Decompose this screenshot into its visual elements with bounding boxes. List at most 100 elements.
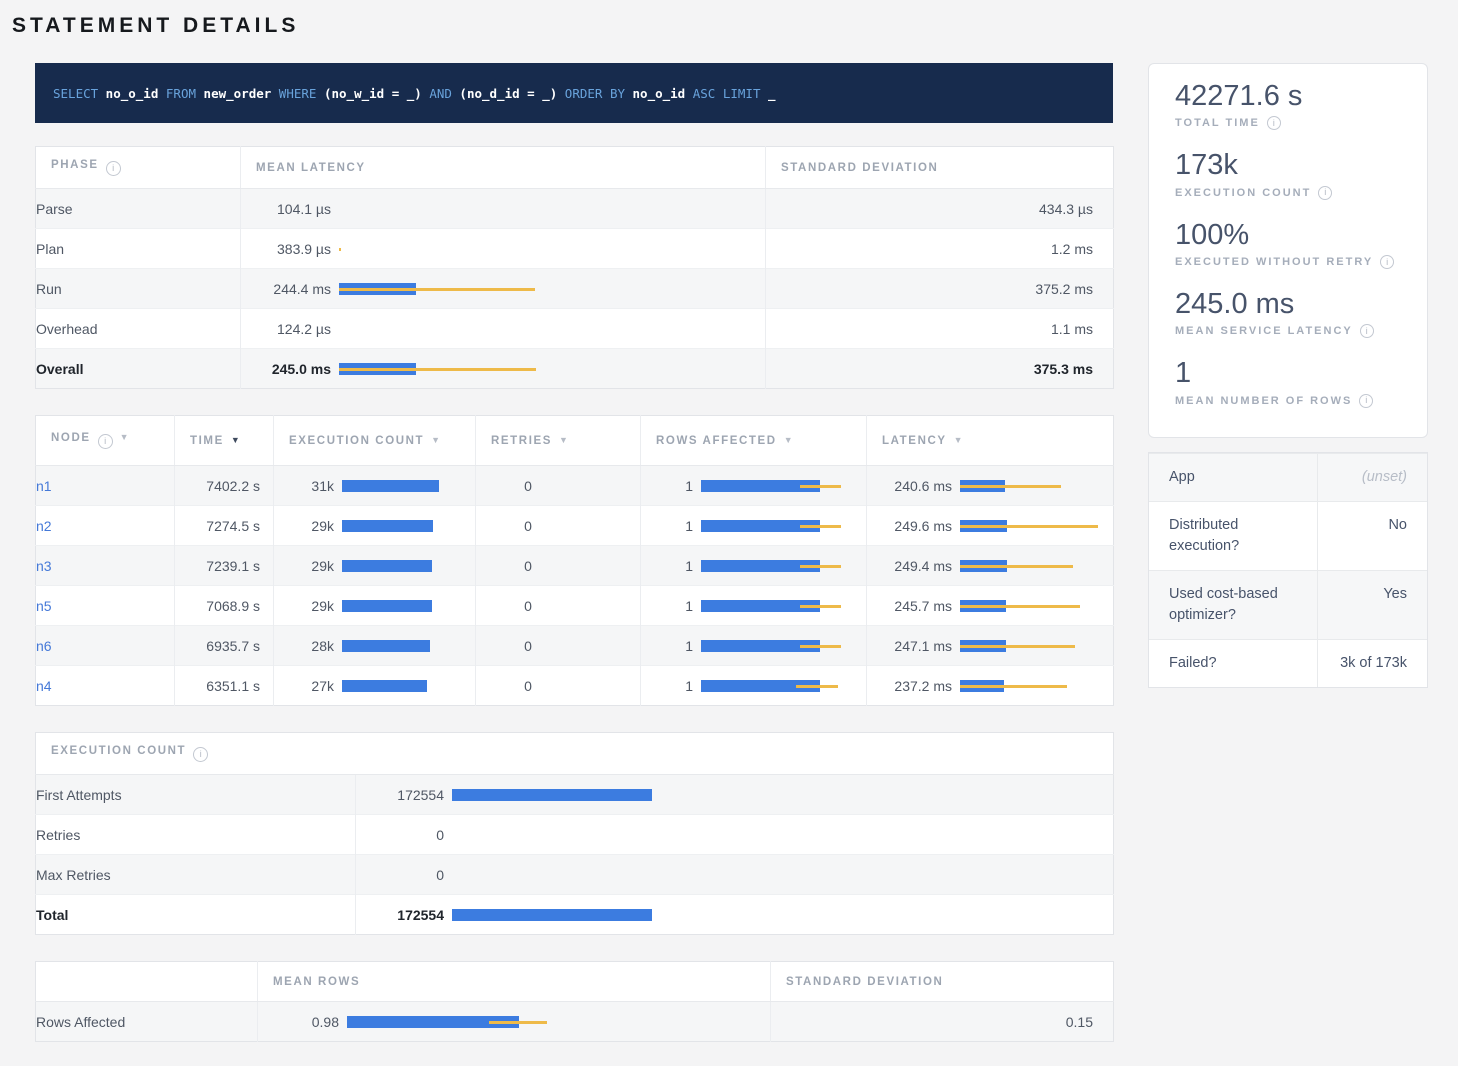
statement-details-page: STATEMENT DETAILS SELECT no_o_id FROM ne… xyxy=(0,0,1458,1066)
column-header-time[interactable]: TIME▼ xyxy=(175,416,274,466)
execution-count-cell: 29k xyxy=(274,506,476,546)
node-cell: n3 xyxy=(36,546,175,586)
execution-count-title: EXECUTION COUNTi xyxy=(36,733,1114,775)
details-table: App(unset)Distributed execution?NoUsed c… xyxy=(1149,453,1427,687)
detail-row: Used cost-based optimizer?Yes xyxy=(1149,570,1427,639)
retries-cell: 0 xyxy=(476,546,641,586)
node-cell: n2 xyxy=(36,506,175,546)
info-icon[interactable]: i xyxy=(1359,394,1373,408)
statement-details-card: App(unset)Distributed execution?NoUsed c… xyxy=(1148,452,1428,688)
bar-mean xyxy=(342,520,433,532)
phase-mean-latency: 104.1 µs xyxy=(241,189,766,229)
info-icon[interactable]: i xyxy=(1318,186,1332,200)
rows-affected-bar xyxy=(701,679,854,693)
sql-identifier: new_order xyxy=(196,86,271,101)
column-header-retries[interactable]: RETRIES▼ xyxy=(476,416,641,466)
summary-stat: 42271.6 sTOTAL TIMEi xyxy=(1175,80,1401,130)
sort-descending-icon: ▼ xyxy=(559,435,570,445)
column-header-execution-count[interactable]: EXECUTION COUNT▼ xyxy=(274,416,476,466)
retries-cell: 0 xyxy=(476,666,641,706)
stat-value: 42271.6 s xyxy=(1175,80,1401,113)
node-link[interactable]: n4 xyxy=(36,678,52,694)
bar-stddev xyxy=(800,605,841,608)
phase-name: Overhead xyxy=(36,309,241,349)
phase-row: Parse104.1 µs434.3 µs xyxy=(36,189,1114,229)
bar-stddev xyxy=(960,645,1075,648)
sort-descending-icon: ▼ xyxy=(954,435,965,445)
execution-count-cell: 29k xyxy=(274,546,476,586)
sort-descending-icon: ▼ xyxy=(431,435,442,445)
execution-count-section: EXECUTION COUNTiFirst Attempts172554Retr… xyxy=(35,732,1113,935)
sort-descending-icon: ▼ xyxy=(120,432,131,442)
time-cell: 7402.2 s xyxy=(175,466,274,506)
rows-affected-value: 1 xyxy=(651,598,693,614)
column-header-latency[interactable]: LATENCY▼ xyxy=(867,416,1114,466)
phase-table: PHASEiMEAN LATENCYSTANDARD DEVIATIONPars… xyxy=(35,146,1114,389)
info-icon[interactable]: i xyxy=(98,434,113,449)
info-icon[interactable]: i xyxy=(193,747,208,762)
summary-stat: 1MEAN NUMBER OF ROWSi xyxy=(1175,357,1401,407)
execution-count-cell: 29k xyxy=(274,586,476,626)
sql-statement-box: SELECT no_o_id FROM new_order WHERE (no_… xyxy=(35,63,1113,123)
node-link[interactable]: n6 xyxy=(36,638,52,654)
info-icon[interactable]: i xyxy=(1360,324,1374,338)
column-header-rows-affected[interactable]: ROWS AFFECTED▼ xyxy=(641,416,867,466)
node-link[interactable]: n3 xyxy=(36,558,52,574)
sort-descending-icon: ▼ xyxy=(231,435,242,445)
time-cell: 6351.1 s xyxy=(175,666,274,706)
sql-keyword: SELECT xyxy=(53,86,98,101)
execution-count-value: 28k xyxy=(284,638,334,654)
info-icon[interactable]: i xyxy=(106,161,121,176)
execution-count-bar xyxy=(342,599,460,613)
summary-stats-card: 42271.6 sTOTAL TIMEi173kEXECUTION COUNTi… xyxy=(1148,63,1428,438)
phase-row: Overhead124.2 µs1.1 ms xyxy=(36,309,1114,349)
bar-stddev xyxy=(800,645,841,648)
bar-stddev xyxy=(339,248,341,251)
info-icon[interactable]: i xyxy=(1380,255,1394,269)
phase-mean-latency: 244.4 ms xyxy=(241,269,766,309)
rows-affected-bar xyxy=(701,639,854,653)
stat-value: 245.0 ms xyxy=(1175,288,1401,321)
node-cell: n6 xyxy=(36,626,175,666)
sql-identifier: (no_d_id = _) xyxy=(452,86,557,101)
detail-row: App(unset) xyxy=(1149,453,1427,501)
sql-statement-text: SELECT no_o_id FROM new_order WHERE (no_… xyxy=(53,86,776,101)
bar-stddev xyxy=(800,525,841,528)
node-cell: n5 xyxy=(36,586,175,626)
retries-cell: 0 xyxy=(476,506,641,546)
phase-row: Plan383.9 µs1.2 ms xyxy=(36,229,1114,269)
latency-bar xyxy=(960,519,1098,533)
latency-cell: 237.2 ms xyxy=(867,666,1114,706)
latency-bar xyxy=(960,559,1098,573)
latency-bar xyxy=(960,599,1098,613)
latency-bar xyxy=(339,202,750,216)
rows-affected-value: 1 xyxy=(651,678,693,694)
info-icon[interactable]: i xyxy=(1267,116,1281,130)
node-row: n57068.9 s29k01245.7 ms xyxy=(36,586,1114,626)
execution-count-bar xyxy=(342,639,460,653)
latency-bar xyxy=(339,362,750,376)
node-table: NODEi▼TIME▼EXECUTION COUNT▼RETRIES▼ROWS … xyxy=(35,415,1114,706)
node-link[interactable]: n5 xyxy=(36,598,52,614)
bar-stddev xyxy=(796,685,838,688)
node-link[interactable]: n2 xyxy=(36,518,52,534)
bar-stddev xyxy=(800,485,841,488)
execution-count-row: Max Retries0 xyxy=(36,855,1114,895)
execution-row-label: Total xyxy=(36,895,356,935)
time-cell: 6935.7 s xyxy=(175,626,274,666)
detail-label: App xyxy=(1149,453,1317,501)
execution-count-row: Total172554 xyxy=(36,895,1114,935)
stat-label: MEAN NUMBER OF ROWSi xyxy=(1175,394,1401,408)
node-link[interactable]: n1 xyxy=(36,478,52,494)
bar-mean xyxy=(342,680,427,692)
node-cell: n4 xyxy=(36,666,175,706)
detail-label: Failed? xyxy=(1149,639,1317,687)
phase-standard-deviation: 1.1 ms xyxy=(766,309,1114,349)
execution-count-bar xyxy=(342,479,460,493)
sort-descending-icon: ▼ xyxy=(784,435,795,445)
column-header-node[interactable]: NODEi▼ xyxy=(36,416,175,466)
column-header-standard-deviation: STANDARD DEVIATION xyxy=(766,147,1114,189)
bar-stddev xyxy=(800,565,841,568)
detail-label: Distributed execution? xyxy=(1149,501,1317,570)
sql-keyword: ASC LIMIT xyxy=(685,86,760,101)
